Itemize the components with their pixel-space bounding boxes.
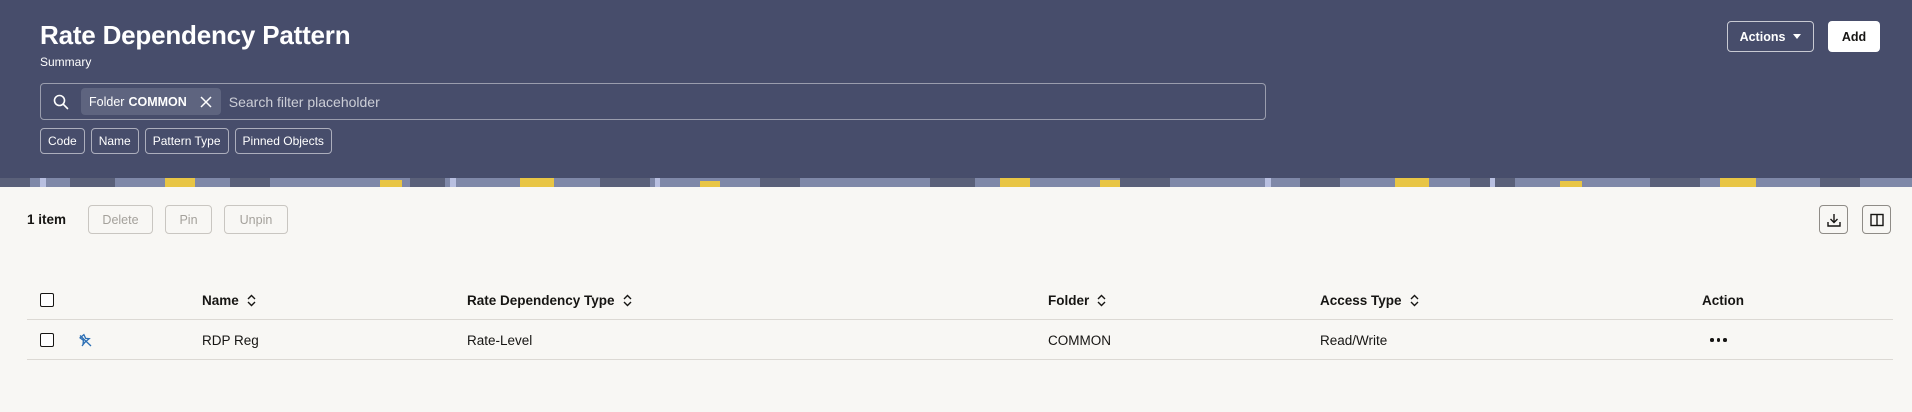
column-header-label: Rate Dependency Type — [467, 292, 615, 308]
more-options-icon[interactable] — [1710, 338, 1727, 342]
column-header-name[interactable]: Name — [202, 280, 256, 320]
cell-action — [1710, 320, 1727, 360]
unpin-button[interactable]: Unpin — [224, 205, 288, 234]
item-count: 1 item — [27, 212, 67, 227]
cell-rate-dependency-type: Rate-Level — [467, 332, 533, 348]
data-table: Name Rate Dependency Type Folder Access … — [27, 280, 1893, 360]
page-title: Rate Dependency Pattern — [40, 20, 351, 50]
row-pin-cell — [78, 320, 93, 360]
quick-filter-group: Code Name Pattern Type Pinned Objects — [40, 128, 332, 154]
sort-icon[interactable] — [623, 294, 632, 307]
quick-filter-code[interactable]: Code — [40, 128, 85, 154]
quick-filter-pattern-type[interactable]: Pattern Type — [144, 128, 229, 154]
column-layout-icon — [1869, 212, 1885, 228]
row-select-cell — [40, 320, 54, 360]
select-all-checkbox[interactable] — [40, 293, 54, 307]
search-filter-bar[interactable]: Folder COMMON — [40, 83, 1266, 120]
close-icon[interactable] — [199, 95, 213, 109]
quick-filter-name[interactable]: Name — [90, 128, 139, 154]
header-decorative-strip — [0, 178, 1912, 187]
cell-folder: COMMON — [1048, 332, 1111, 348]
page-header: Rate Dependency Pattern Summary Actions … — [0, 0, 1912, 178]
search-icon — [53, 94, 69, 110]
quick-filter-pinned-objects[interactable]: Pinned Objects — [234, 128, 332, 154]
sort-icon[interactable] — [1410, 294, 1419, 307]
caret-down-icon — [1793, 34, 1802, 39]
page-subtitle: Summary — [40, 55, 92, 69]
actions-button-label: Actions — [1739, 29, 1786, 44]
filter-chip-value: COMMON — [128, 94, 187, 109]
add-button[interactable]: Add — [1828, 21, 1880, 52]
cell-access-type: Read/Write — [1320, 332, 1388, 348]
column-header-label: Access Type — [1320, 292, 1402, 308]
unpin-icon[interactable] — [78, 333, 93, 348]
actions-menu-button[interactable]: Actions — [1727, 21, 1814, 52]
column-layout-button[interactable] — [1862, 205, 1891, 234]
sort-icon[interactable] — [1097, 294, 1106, 307]
sort-icon[interactable] — [247, 294, 256, 307]
column-header-action: Action — [1702, 280, 1744, 320]
column-header-access-type[interactable]: Access Type — [1320, 280, 1419, 320]
delete-button[interactable]: Delete — [88, 205, 153, 234]
pin-button[interactable]: Pin — [165, 205, 212, 234]
row-checkbox[interactable] — [40, 333, 54, 347]
column-header-label: Action — [1702, 292, 1744, 308]
cell-name[interactable]: RDP Reg — [202, 320, 259, 360]
select-all-cell — [40, 280, 54, 320]
table-row[interactable]: RDP Reg Rate-Level COMMON Read/Write — [27, 320, 1893, 360]
column-header-label: Folder — [1048, 292, 1090, 308]
download-icon — [1826, 212, 1842, 228]
column-header-folder[interactable]: Folder — [1048, 280, 1106, 320]
column-header-rate-dependency-type[interactable]: Rate Dependency Type — [467, 280, 632, 320]
table-header-row: Name Rate Dependency Type Folder Access … — [27, 280, 1893, 320]
column-header-label: Name — [202, 292, 239, 308]
filter-chip-key: Folder — [89, 94, 125, 109]
search-input[interactable] — [228, 93, 1265, 110]
download-button[interactable] — [1819, 205, 1848, 234]
filter-chip-folder[interactable]: Folder COMMON — [81, 88, 221, 115]
